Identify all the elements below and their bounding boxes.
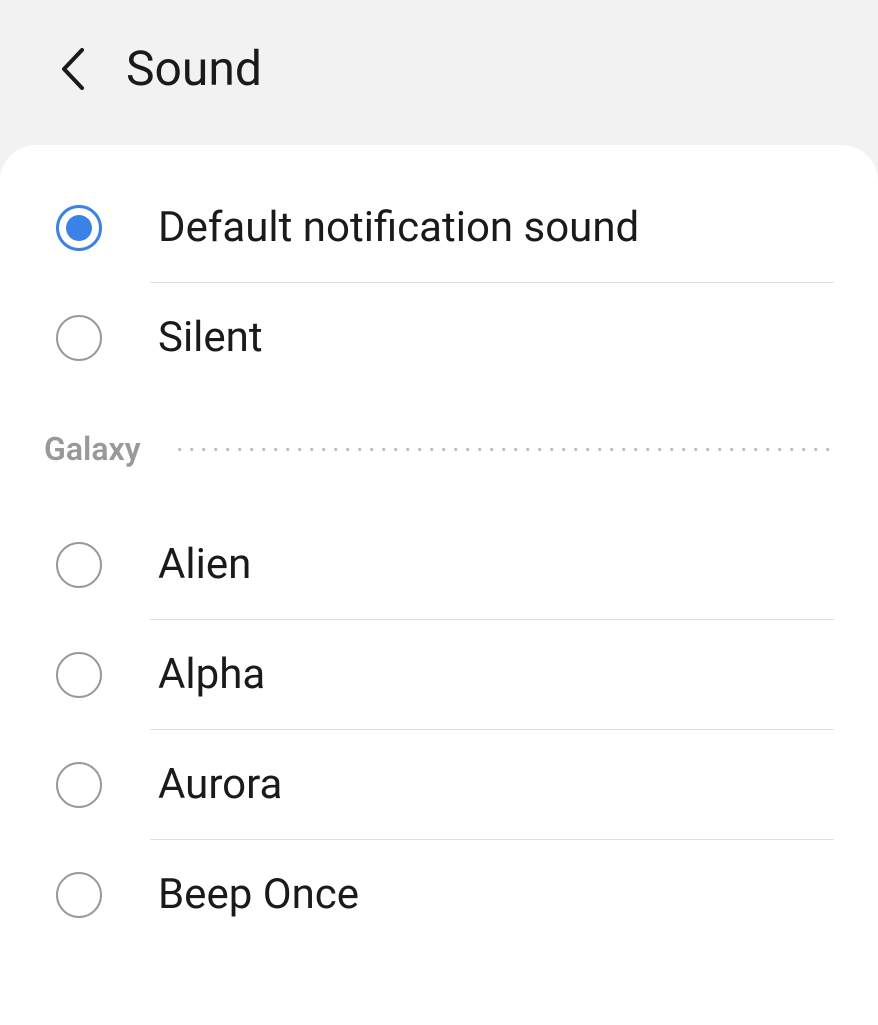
option-label: Aurora <box>158 760 282 809</box>
sound-option-silent[interactable]: Silent <box>0 283 878 392</box>
page-title: Sound <box>126 40 262 97</box>
section-header: Galaxy <box>0 392 878 510</box>
sound-option-beep-once[interactable]: Beep Once <box>0 840 878 949</box>
radio-selected-icon <box>56 205 102 251</box>
header: Sound <box>0 0 878 145</box>
sound-option-alien[interactable]: Alien <box>0 510 878 619</box>
dotted-divider <box>173 448 834 451</box>
option-label: Alien <box>158 540 251 589</box>
option-label: Default notification sound <box>158 203 639 252</box>
option-label: Alpha <box>158 650 265 699</box>
content-card: Default notification sound Silent Galaxy… <box>0 145 878 1025</box>
radio-unselected-icon <box>56 652 102 698</box>
back-icon[interactable] <box>58 46 86 92</box>
radio-unselected-icon <box>56 872 102 918</box>
sound-option-alpha[interactable]: Alpha <box>0 620 878 729</box>
sound-option-aurora[interactable]: Aurora <box>0 730 878 839</box>
radio-unselected-icon <box>56 762 102 808</box>
option-label: Silent <box>158 313 263 362</box>
sound-option-default[interactable]: Default notification sound <box>0 173 878 282</box>
radio-unselected-icon <box>56 542 102 588</box>
radio-unselected-icon <box>56 315 102 361</box>
option-label: Beep Once <box>158 870 359 919</box>
section-title: Galaxy <box>44 430 141 468</box>
